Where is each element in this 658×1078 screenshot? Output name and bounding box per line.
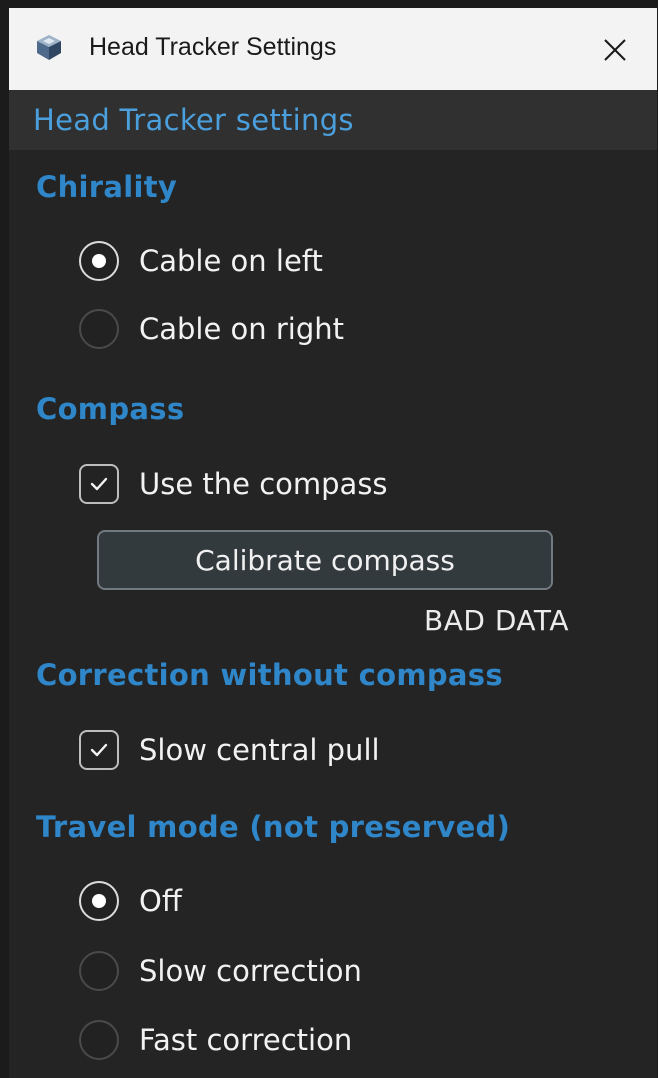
settings-header: Head Tracker settings: [9, 90, 657, 150]
radio-travel-off[interactable]: Off: [79, 878, 182, 924]
checkbox-use-compass[interactable]: Use the compass: [79, 461, 388, 507]
checkbox-checked-icon: [79, 464, 119, 504]
radio-label: Fast correction: [139, 1023, 353, 1057]
radio-label: Cable on right: [139, 312, 345, 346]
title-bar: Head Tracker Settings: [9, 8, 657, 90]
radio-travel-slow[interactable]: Slow correction: [79, 948, 362, 994]
cube-icon: [37, 35, 61, 60]
checkmark-icon: [90, 743, 108, 757]
window-title: Head Tracker Settings: [89, 33, 337, 61]
radio-selected-icon: [79, 881, 119, 921]
radio-unselected-icon: [79, 951, 119, 991]
checkmark-icon: [90, 477, 108, 491]
checkbox-slow-central-pull[interactable]: Slow central pull: [79, 727, 380, 773]
checkbox-label: Use the compass: [139, 467, 388, 501]
radio-label: Cable on left: [139, 244, 323, 278]
compass-status-text: BAD DATA: [424, 604, 569, 637]
radio-label: Slow correction: [139, 954, 362, 988]
checkbox-checked-icon: [79, 730, 119, 770]
checkbox-label: Slow central pull: [139, 733, 380, 767]
radio-label: Off: [139, 884, 182, 918]
close-button[interactable]: [593, 28, 637, 72]
radio-travel-fast[interactable]: Fast correction: [79, 1017, 352, 1063]
section-title-travel-mode: Travel mode (not preserved): [36, 810, 511, 844]
radio-cable-left[interactable]: Cable on left: [79, 238, 323, 284]
settings-window: Head Tracker Settings Head Tracker setti…: [9, 8, 657, 1078]
radio-unselected-icon: [79, 1020, 119, 1060]
section-title-chirality: Chirality: [36, 170, 178, 204]
radio-selected-icon: [79, 241, 119, 281]
close-icon: [604, 39, 626, 61]
page-title: Head Tracker settings: [33, 103, 354, 137]
calibrate-compass-button[interactable]: Calibrate compass: [97, 530, 553, 590]
radio-unselected-icon: [79, 309, 119, 349]
section-title-correction: Correction without compass: [36, 658, 503, 692]
radio-cable-right[interactable]: Cable on right: [79, 306, 344, 352]
section-title-compass: Compass: [36, 392, 185, 426]
